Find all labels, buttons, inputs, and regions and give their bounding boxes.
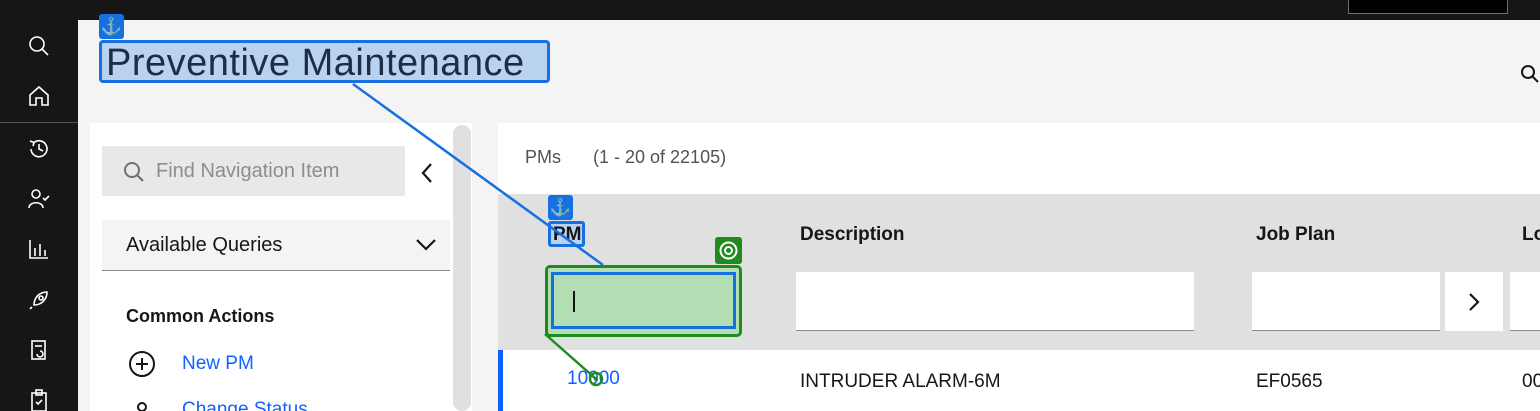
rail-home[interactable]	[0, 72, 78, 120]
rail-recent[interactable]	[0, 125, 78, 173]
column-header-pm[interactable]: PM	[553, 224, 582, 246]
anchor-icon: ⚓	[99, 14, 124, 39]
rocket-icon	[29, 291, 48, 310]
column-header-location[interactable]: Lo	[1522, 224, 1540, 246]
navigation-search-placeholder: Find Navigation Item	[156, 159, 340, 182]
home-icon	[29, 85, 49, 106]
location-filter-input[interactable]	[1510, 272, 1540, 331]
row-job-plan: EF0565	[1256, 371, 1323, 392]
clipboard-icon	[31, 389, 47, 411]
description-filter-input[interactable]	[796, 272, 1194, 331]
search-icon	[29, 36, 49, 56]
chevron-down-icon	[416, 239, 436, 251]
pm-filter-input[interactable]	[551, 272, 736, 329]
row-location: 00	[1522, 371, 1540, 392]
page-title-highlight: Preventive Maintenance	[99, 40, 550, 84]
change-status-action[interactable]: Change Status	[126, 395, 308, 411]
available-queries-dropdown[interactable]: Available Queries	[102, 220, 450, 271]
rail-launch[interactable]	[0, 276, 78, 324]
selected-row-indicator	[498, 350, 503, 411]
history-icon	[29, 139, 48, 158]
row-pm-link[interactable]: 10000	[567, 368, 620, 390]
common-actions-heading: Common Actions	[126, 306, 275, 326]
available-queries-label: Available Queries	[126, 233, 283, 256]
rail-clipboard[interactable]	[0, 376, 78, 411]
row-description: INTRUDER ALARM-6M	[800, 371, 1001, 392]
list-title: PMs	[525, 147, 561, 167]
side-rail	[0, 20, 78, 411]
target-icon	[715, 237, 742, 264]
search-icon[interactable]	[1519, 62, 1539, 84]
rail-divider	[0, 122, 78, 123]
anchor-icon: ⚓	[548, 195, 573, 220]
user-check-icon	[28, 189, 50, 209]
list-count: (1 - 20 of 22105)	[593, 147, 727, 167]
page-title: Preventive Maintenance	[106, 42, 525, 84]
navigation-search-input[interactable]: Find Navigation Item	[102, 146, 405, 196]
top-bar	[0, 0, 1540, 20]
top-bar-field[interactable]	[1348, 0, 1508, 14]
refresh-list-icon	[31, 340, 46, 360]
navigation-scrollbar[interactable]	[453, 125, 471, 411]
job-plan-lookup-button[interactable]	[1445, 272, 1503, 331]
column-header-description[interactable]: Description	[800, 224, 905, 246]
column-header-job-plan[interactable]: Job Plan	[1256, 224, 1335, 246]
reports-icon	[29, 240, 48, 259]
new-pm-label: New PM	[182, 353, 254, 374]
rail-search[interactable]	[0, 22, 78, 70]
chevron-right-icon	[1469, 292, 1480, 311]
status-icon	[137, 402, 147, 411]
rail-sync[interactable]	[0, 326, 78, 374]
rail-assignments[interactable]	[0, 175, 78, 223]
add-circle-icon	[129, 351, 155, 377]
job-plan-filter-input[interactable]	[1252, 272, 1440, 331]
chevron-left-icon[interactable]	[414, 158, 440, 188]
new-pm-action[interactable]: New PM	[126, 349, 254, 379]
rail-reports[interactable]	[0, 225, 78, 273]
text-cursor	[573, 291, 575, 312]
search-icon	[124, 162, 144, 182]
change-status-label: Change Status	[182, 399, 308, 411]
